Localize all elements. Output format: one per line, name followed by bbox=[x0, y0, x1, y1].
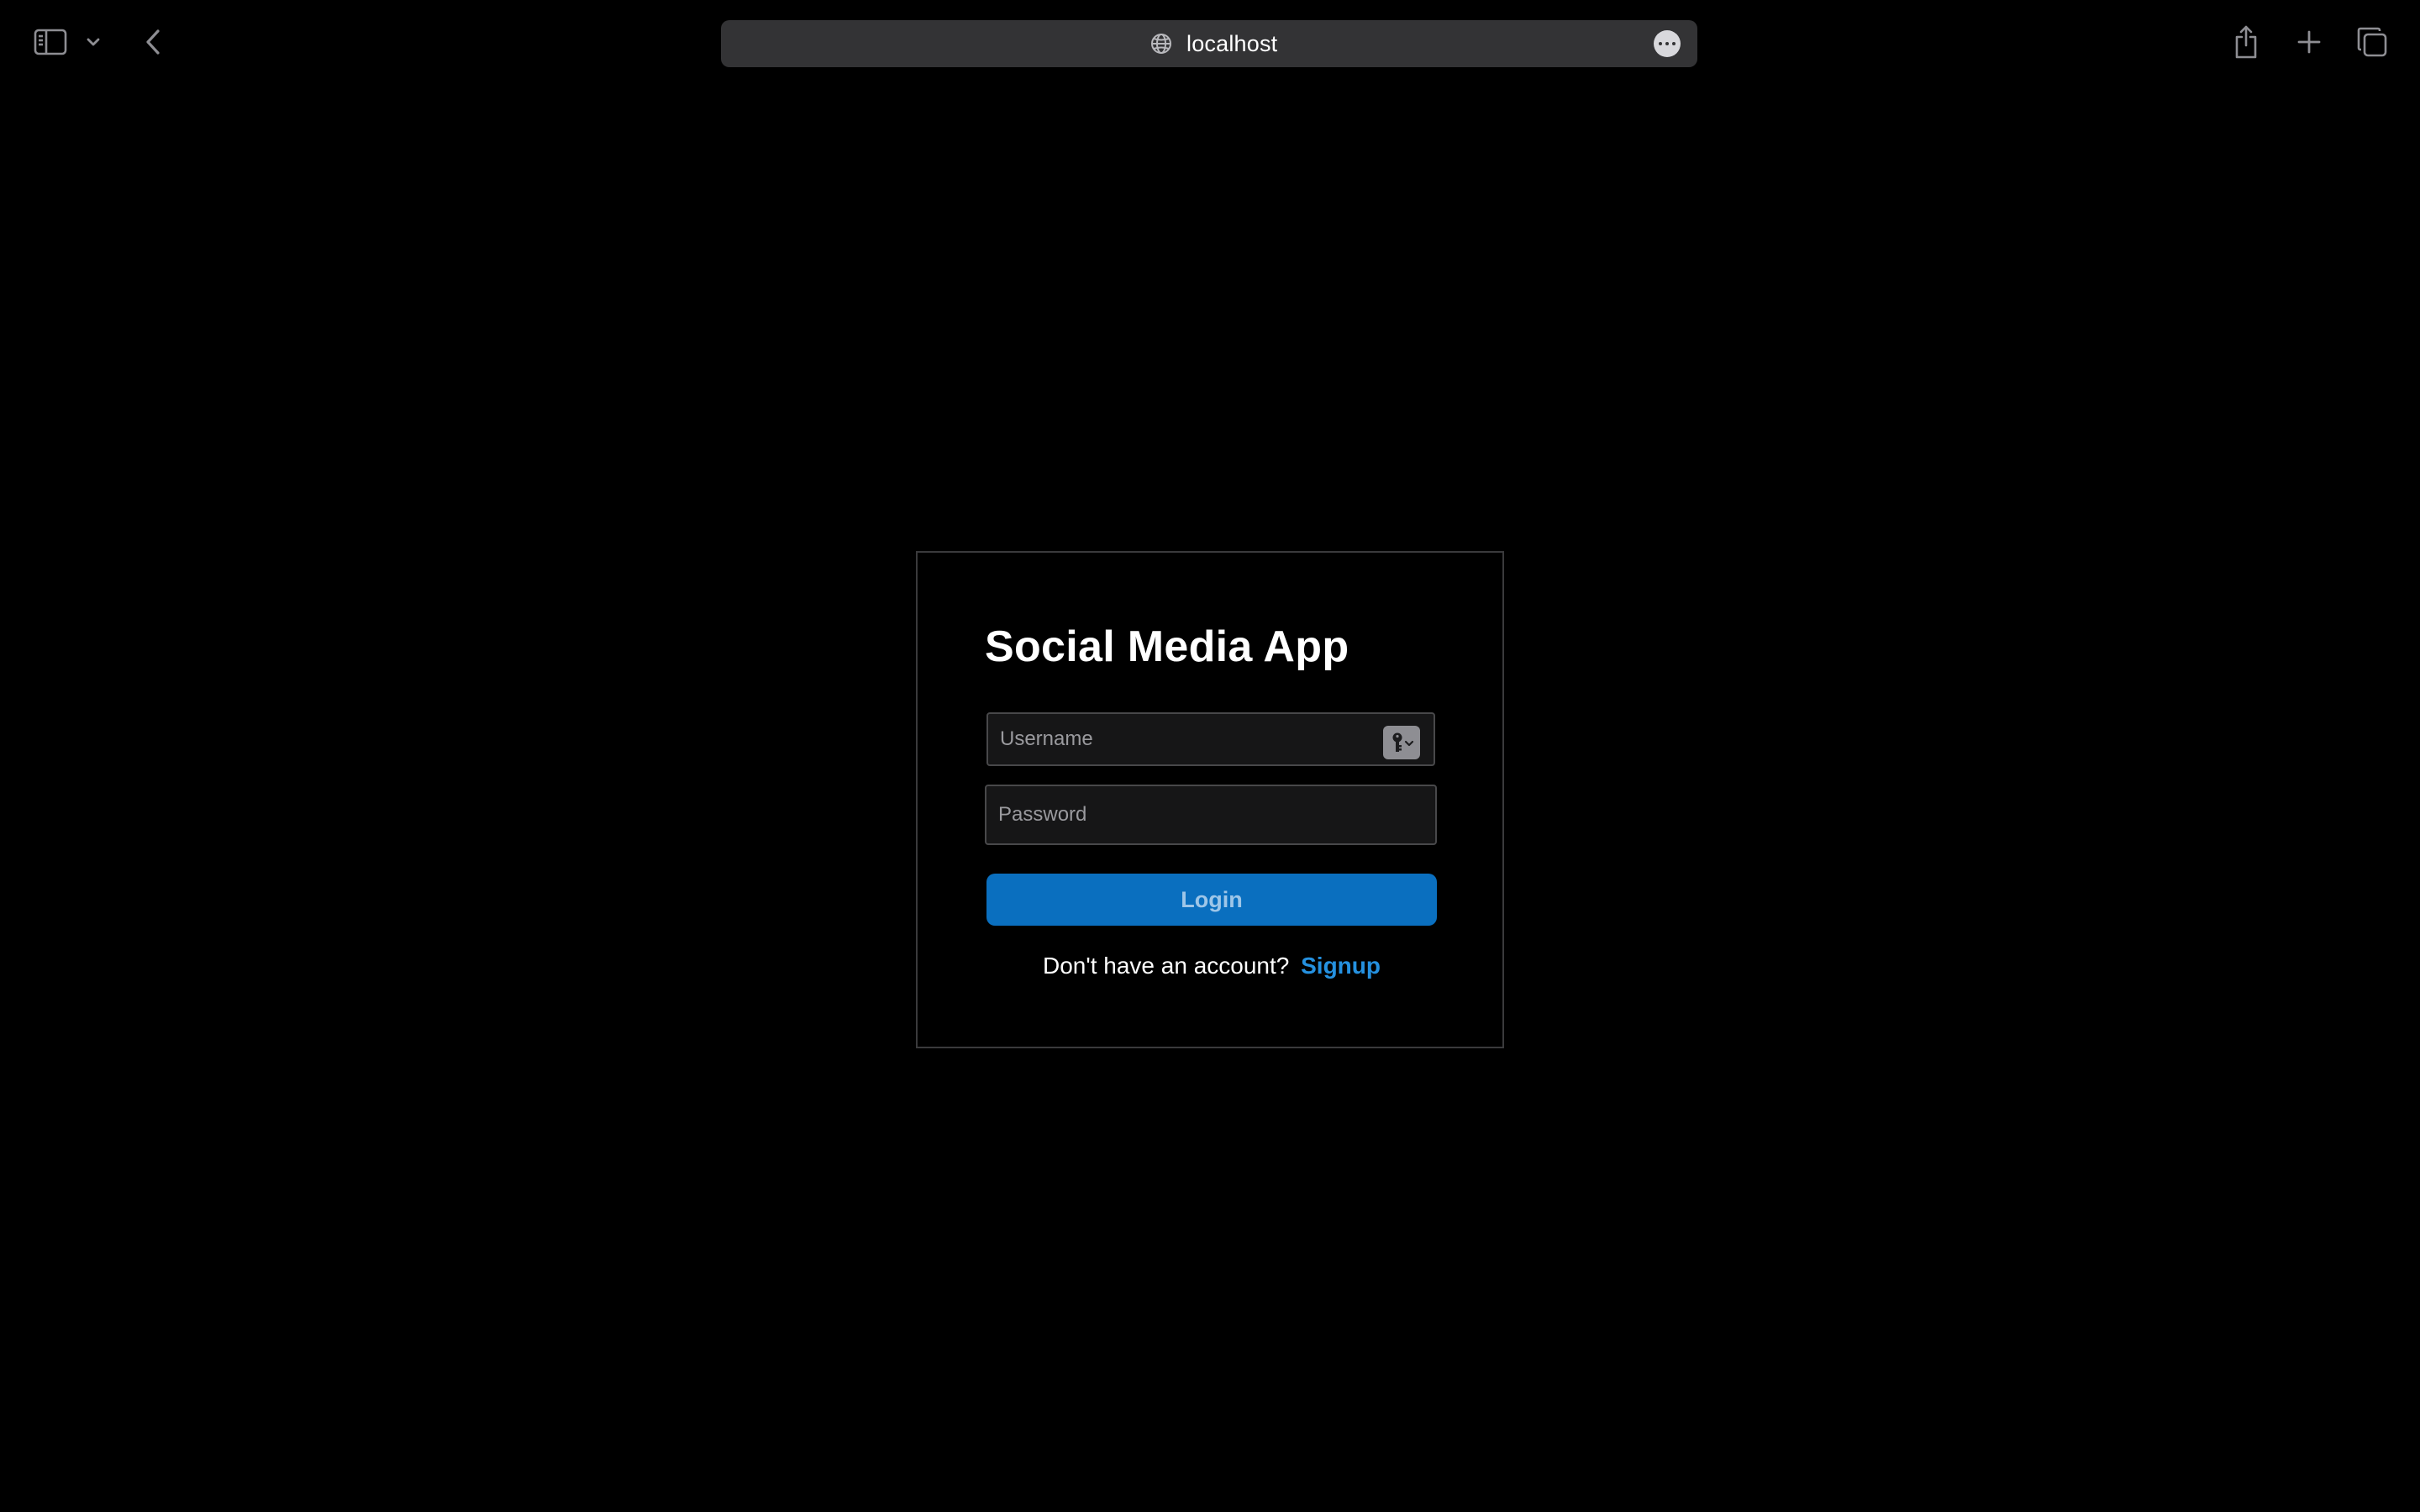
chevron-down-icon[interactable] bbox=[86, 30, 101, 54]
globe-icon bbox=[1150, 32, 1173, 55]
chevron-left-icon[interactable] bbox=[141, 24, 165, 60]
signup-row: Don't have an account? Signup bbox=[918, 951, 1506, 981]
login-button[interactable]: Login bbox=[986, 874, 1437, 926]
address-bar[interactable]: localhost bbox=[721, 20, 1697, 67]
password-field-wrapper bbox=[985, 785, 1437, 845]
password-input[interactable] bbox=[986, 786, 1435, 843]
username-input[interactable] bbox=[988, 714, 1434, 764]
username-field-wrapper bbox=[986, 712, 1435, 766]
tab-overview-icon[interactable] bbox=[2353, 24, 2391, 60]
signup-link[interactable]: Signup bbox=[1301, 953, 1381, 979]
login-card: Social Media App Login Don't have an acc… bbox=[916, 551, 1504, 1048]
key-icon[interactable] bbox=[1383, 726, 1420, 759]
page-title: Social Media App bbox=[985, 622, 1349, 671]
plus-icon[interactable] bbox=[2292, 24, 2326, 60]
browser-toolbar: localhost bbox=[0, 0, 2420, 87]
sidebar-icon[interactable] bbox=[32, 25, 69, 59]
share-icon[interactable] bbox=[2230, 20, 2262, 64]
ellipsis-circle-icon[interactable] bbox=[1654, 30, 1681, 57]
url-text: localhost bbox=[1186, 31, 1278, 56]
signup-prompt: Don't have an account? bbox=[1043, 953, 1290, 979]
